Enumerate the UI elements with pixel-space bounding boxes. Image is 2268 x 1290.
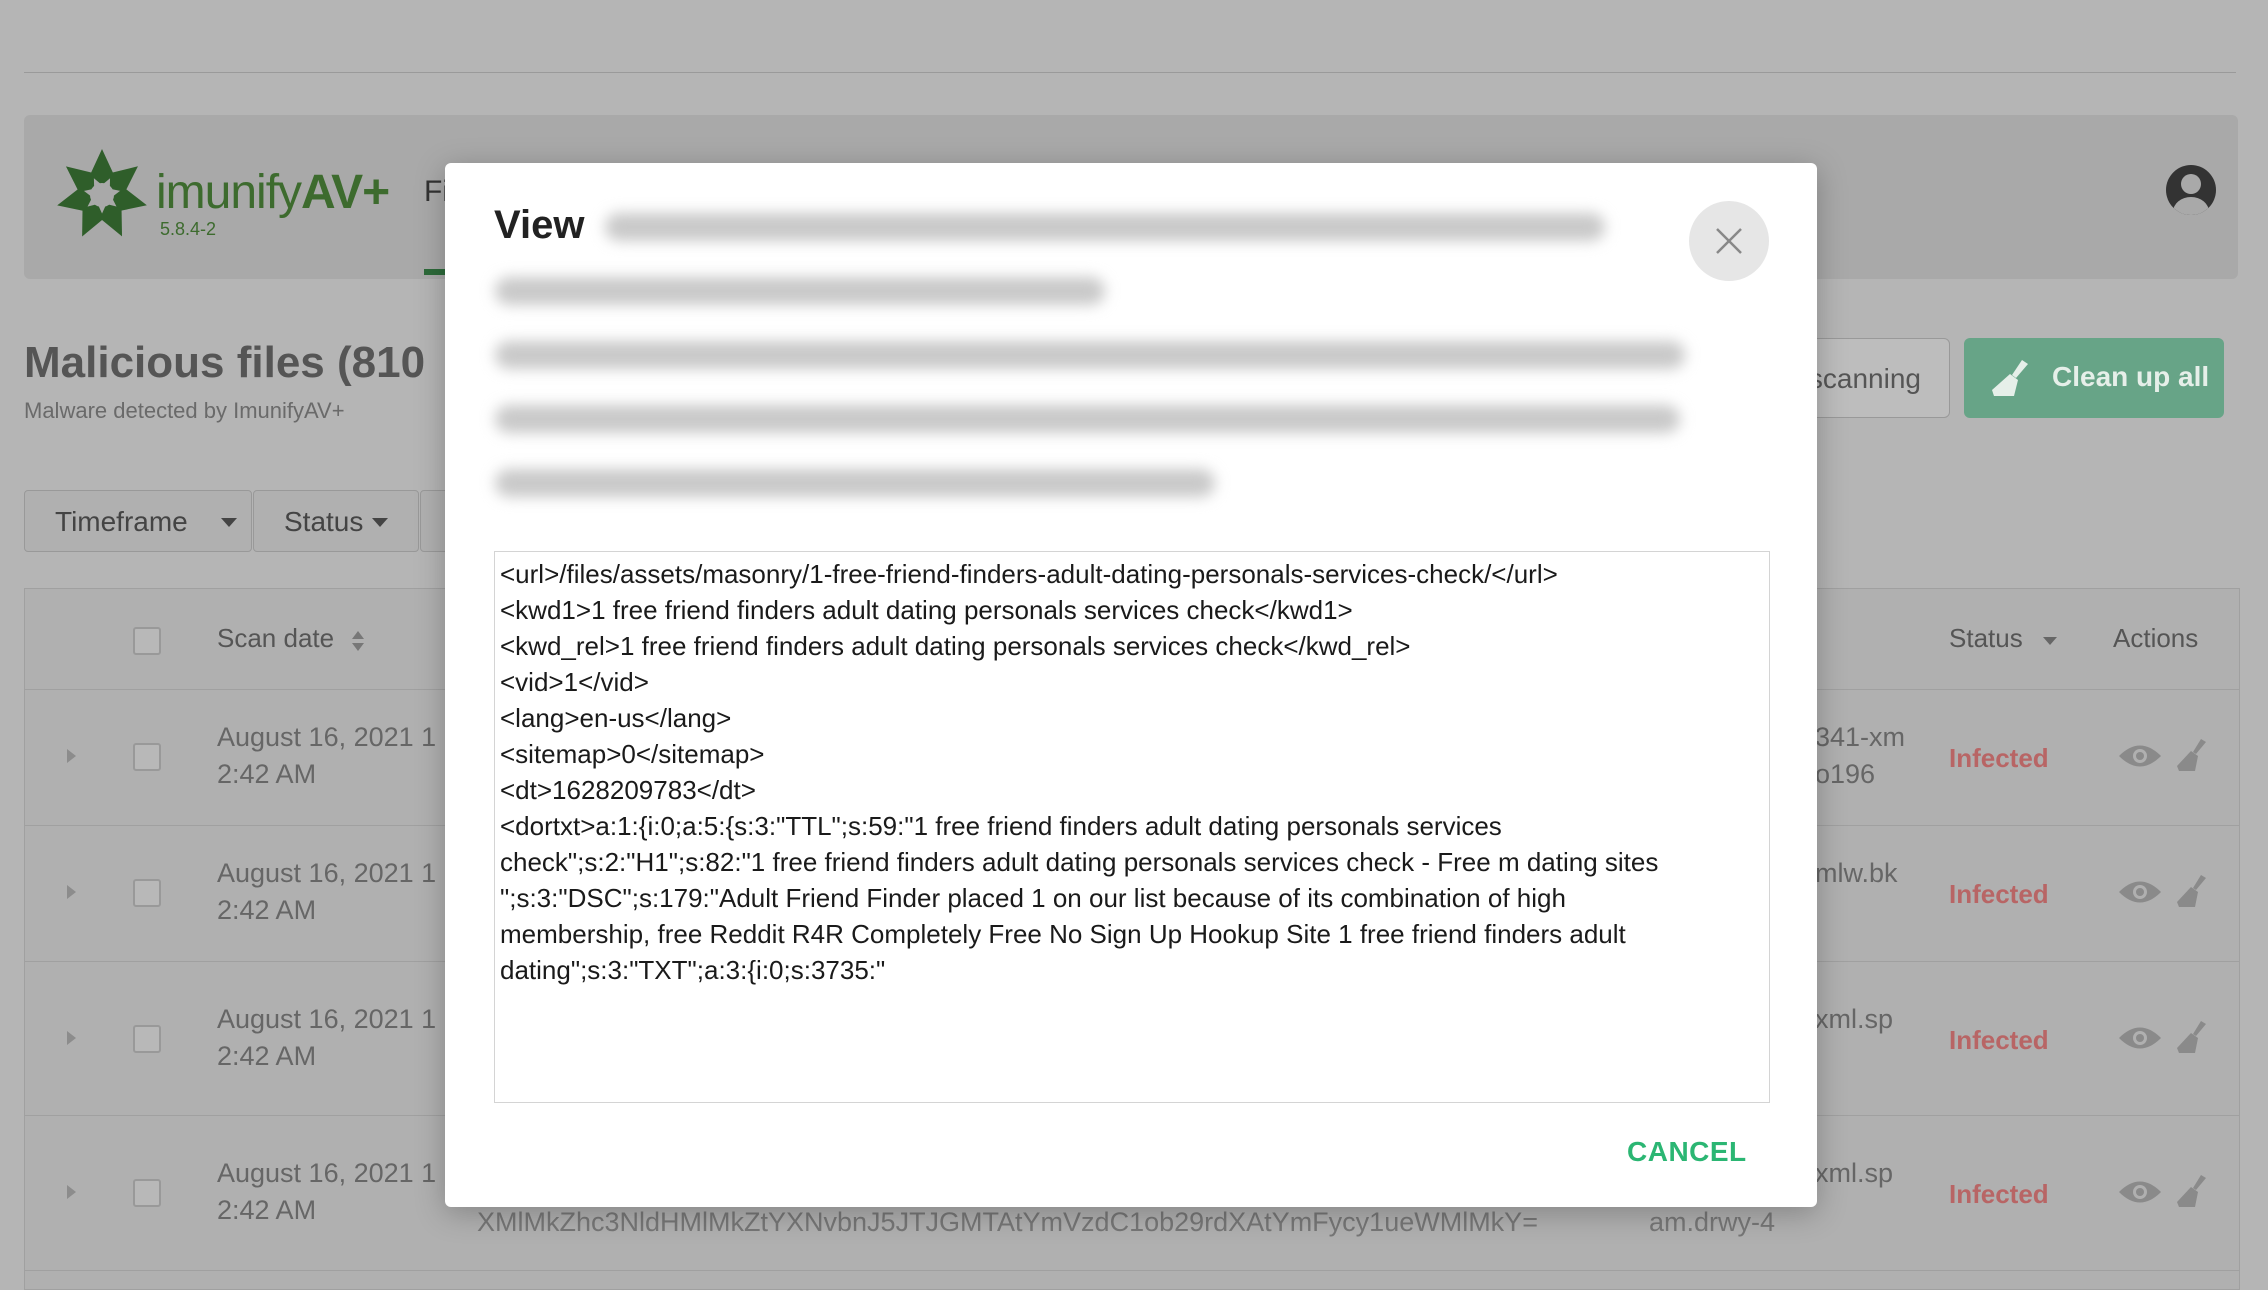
content-line: <dortxt>a:1:{i:0;a:5:{s:3:"TTL";s:59:"1 …	[500, 811, 1502, 841]
expand-row-icon[interactable]	[67, 1185, 76, 1199]
scan-date-line1: August 16, 2021 1	[217, 1004, 437, 1034]
scan-date-line2: 2:42 AM	[217, 1041, 317, 1071]
expand-row-icon[interactable]	[67, 749, 76, 763]
chevron-down-icon	[2043, 637, 2057, 645]
broom-icon	[1992, 360, 2028, 396]
scanning-button-label: scanning	[1808, 363, 1921, 394]
content-line: ";s:3:"DSC";s:179:"Adult Friend Finder p…	[500, 883, 1566, 913]
file-path-line1: xml.sp	[1815, 1158, 1894, 1188]
clean-up-all-label: Clean up all	[2052, 361, 2210, 392]
expand-row-icon[interactable]	[67, 1031, 76, 1045]
top-divider	[24, 72, 2236, 73]
scan-date-line1: August 16, 2021 1	[217, 722, 437, 752]
file-path-line1: 341-xm	[1815, 722, 1906, 752]
file-hash: XMlMkZhc3NldHMlMkZtYXNvbnJ5JTJGMTAtYmVzd…	[477, 1207, 1538, 1237]
content-line: <dt>1628209783</dt>	[500, 775, 756, 805]
status-badge: Infected	[1949, 1179, 2049, 1209]
content-line: <lang>en-us</lang>	[500, 703, 732, 733]
close-button[interactable]	[1689, 201, 1769, 281]
select-all-checkbox[interactable]	[133, 627, 161, 655]
status-filter-label: Status	[284, 506, 364, 537]
scan-date-line2: 2:42 AM	[217, 895, 317, 925]
status-badge: Infected	[1949, 1025, 2049, 1055]
header-scan-date[interactable]: Scan date	[217, 623, 334, 654]
file-name-alt: am.drwy-4	[1649, 1207, 1776, 1237]
row-checkbox[interactable]	[133, 1025, 161, 1053]
brand-suffix: AV+	[301, 166, 390, 219]
header-status[interactable]: Status	[1949, 623, 2023, 654]
brand-name: imunifyAV+	[156, 165, 390, 220]
row-checkbox[interactable]	[133, 743, 161, 771]
scan-date-line2: 2:42 AM	[217, 759, 317, 789]
content-line: <kwd1>1 free friend finders adult dating…	[500, 595, 1353, 625]
broom-icon[interactable]	[2175, 1173, 2209, 1211]
chevron-down-icon	[372, 518, 388, 527]
scan-date-line2: 2:42 AM	[217, 1195, 317, 1225]
scan-date-line1: August 16, 2021 1	[217, 1158, 437, 1188]
row-checkbox[interactable]	[133, 879, 161, 907]
broom-icon[interactable]	[2175, 873, 2209, 911]
header-actions: Actions	[2113, 623, 2199, 653]
brand-prefix: imunify	[156, 166, 302, 219]
content-line: <sitemap>0</sitemap>	[500, 739, 765, 769]
clean-up-all-button[interactable]: Clean up all	[1964, 338, 2224, 418]
chevron-down-icon	[221, 518, 237, 527]
scan-date-line1: August 16, 2021 1	[217, 858, 437, 888]
row-checkbox[interactable]	[133, 1179, 161, 1207]
expand-row-icon[interactable]	[67, 885, 76, 899]
file-path-line1: xml.sp	[1815, 1004, 1894, 1034]
imunify-logo-icon	[57, 149, 147, 237]
redacted-path-line	[605, 213, 1605, 241]
timeframe-filter-label: Timeframe	[55, 506, 188, 537]
close-icon	[1716, 228, 1742, 254]
eye-icon[interactable]	[2117, 1023, 2163, 1053]
cancel-button[interactable]: CANCEL	[1627, 1136, 1747, 1168]
eye-icon[interactable]	[2117, 741, 2163, 771]
redacted-path-line	[495, 341, 1685, 369]
eye-icon[interactable]	[2117, 1177, 2163, 1207]
broom-icon[interactable]	[2175, 1019, 2209, 1057]
file-path-line1: mlw.bk	[1815, 858, 1898, 888]
view-file-modal: View <url>/files/assets/masonry/1-free-f…	[445, 163, 1817, 1207]
page-subtitle: Malware detected by ImunifyAV+	[24, 398, 345, 423]
content-line: <kwd_rel>1 free friend finders adult dat…	[500, 631, 1411, 661]
content-line: membership, free Reddit R4R Completely F…	[500, 919, 1626, 949]
status-filter[interactable]: Status	[253, 490, 419, 552]
redacted-path-line	[495, 405, 1680, 433]
sort-icon[interactable]	[351, 629, 365, 653]
redacted-path-line	[495, 277, 1105, 305]
broom-icon[interactable]	[2175, 737, 2209, 775]
content-line: dating";s:3:"TXT";a:3:{i:0;s:3735:"	[500, 955, 886, 985]
status-badge: Infected	[1949, 879, 2049, 909]
file-path-line2: o196	[1815, 759, 1876, 789]
status-badge: Infected	[1949, 743, 2049, 773]
redacted-path-line	[495, 469, 1215, 497]
eye-icon[interactable]	[2117, 877, 2163, 907]
modal-title: View	[494, 203, 585, 247]
timeframe-filter[interactable]: Timeframe	[24, 490, 252, 552]
user-avatar-icon[interactable]	[2166, 165, 2216, 215]
content-line: <vid>1</vid>	[500, 667, 649, 697]
file-content-viewer[interactable]: <url>/files/assets/masonry/1-free-friend…	[494, 551, 1770, 1103]
content-line: <url>/files/assets/masonry/1-free-friend…	[500, 559, 1558, 589]
content-line: check";s:2:"H1";s:82:"1 free friend find…	[500, 847, 1659, 877]
page-title: Malicious files (810	[24, 338, 426, 387]
app-version: 5.8.4-2	[160, 219, 217, 239]
